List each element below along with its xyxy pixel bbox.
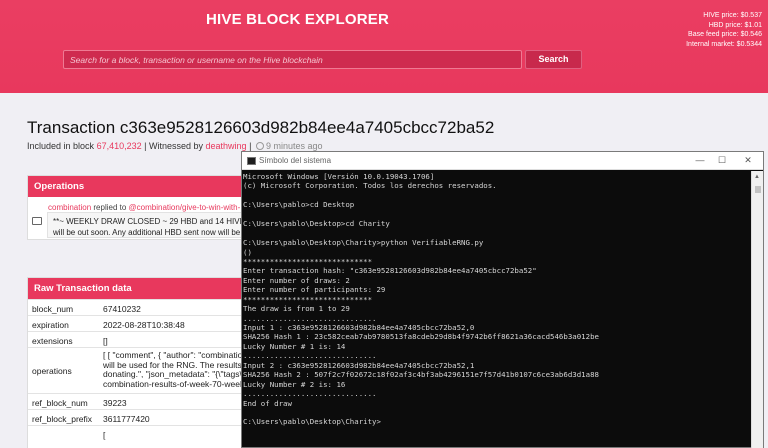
- page-title: Transaction c363e9528126603d982b84ee4a74…: [27, 118, 495, 137]
- site-header: HIVE BLOCK EXPLORER HIVE price: $0.537 H…: [0, 0, 768, 93]
- time-ago: 9 minutes ago: [265, 141, 323, 151]
- clock-icon: [255, 142, 264, 150]
- maximize-button[interactable]: ☐: [715, 154, 729, 167]
- terminal-line: (c) Microsoft Corporation. Todos los der…: [243, 181, 497, 191]
- terminal-line: Enter number of participants: 29: [243, 285, 386, 295]
- hbd-price: HBD price: $1.01: [708, 21, 762, 29]
- parent-post-link[interactable]: @combination/give-to-win-with-: [129, 203, 241, 212]
- terminal-line: (): [243, 247, 252, 257]
- terminal-line: Microsoft Windows [Versión 10.0.19043.17…: [243, 172, 435, 181]
- table-row: operations [ [ "comment", { "author": "c…: [28, 347, 258, 393]
- terminal-line: Lucky Number # 1 is: 14: [243, 341, 346, 351]
- terminal-line: *****************************: [243, 294, 373, 304]
- operations-panel: Operations combination replied to @combi…: [27, 175, 267, 240]
- included-label: Included in block: [27, 141, 95, 151]
- row-value: 67410232: [103, 304, 141, 314]
- hive-price: HIVE price: $0.537: [703, 12, 762, 19]
- row-value: 39223: [103, 398, 127, 408]
- terminal-line: ..............................: [243, 313, 377, 323]
- block-link[interactable]: 67,410,232: [97, 141, 142, 151]
- scroll-thumb[interactable]: [755, 186, 761, 193]
- terminal-line: ..............................: [243, 389, 377, 399]
- terminal-line: ..............................: [243, 351, 377, 361]
- search-button[interactable]: Search: [525, 50, 582, 69]
- terminal-output[interactable]: Microsoft Windows [Versión 10.0.19043.17…: [242, 171, 752, 448]
- scrollbar[interactable]: ▲: [751, 171, 763, 448]
- raw-heading: Raw Transaction data: [28, 278, 256, 299]
- meta-separator: |: [249, 141, 252, 151]
- table-row: ref_block_prefix 3611777420: [28, 409, 258, 425]
- base-feed-price: Base feed price: $0.546: [688, 31, 762, 38]
- raw-transaction-panel: Raw Transaction data block_num 67410232 …: [27, 277, 258, 448]
- table-row: block_num 67410232: [28, 299, 258, 315]
- author-link[interactable]: combination: [48, 203, 91, 212]
- row-key: ref_block_prefix: [32, 414, 93, 424]
- row-key: ref_block_num: [32, 398, 88, 408]
- terminal-line: Input 1 : c363e9528126603d982b84ee4a7405…: [243, 323, 475, 332]
- terminal-line: *****************************: [243, 256, 373, 266]
- price-ticker: HIVE price: $0.537 HBD price: $1.01 Base…: [686, 11, 762, 49]
- raw-table: block_num 67410232 expiration 2022-08-28…: [28, 299, 258, 441]
- operation-verb: replied to: [93, 203, 127, 212]
- scroll-up-icon[interactable]: ▲: [754, 174, 760, 180]
- search-input[interactable]: Search for a block, transaction or usern…: [63, 50, 522, 69]
- comment-body: **~ WEEKLY DRAW CLOSED ~ 29 HBD and 14 H…: [47, 212, 267, 238]
- comment-body-line: will be out soon. Any additional HBD sen…: [53, 228, 241, 237]
- row-value: []: [103, 336, 108, 346]
- comment-body-line: **~ WEEKLY DRAW CLOSED ~ 29 HBD and 14 H…: [53, 217, 245, 226]
- row-key: expiration: [32, 320, 69, 330]
- terminal-line: The draw is from 1 to 29: [243, 304, 350, 314]
- comment-icon: [32, 217, 42, 225]
- terminal-line: Lucky Number # 2 is: 16: [243, 379, 346, 389]
- window-titlebar[interactable]: Símbolo del sistema — ☐ ✕: [242, 152, 763, 170]
- terminal-line: Input 2 : c363e9528126603d982b84ee4a7405…: [243, 360, 475, 370]
- internal-market-price: Internal market: $0.5344: [686, 40, 762, 48]
- terminal-line: C:\Users\pablo>cd Desktop: [243, 200, 355, 210]
- table-row: [: [28, 425, 258, 441]
- terminal-line: C:\Users\pablo\Desktop\Charity>python Ve…: [243, 238, 484, 248]
- table-row: extensions []: [28, 331, 258, 347]
- terminal-icon: [247, 157, 256, 165]
- terminal-line: C:\Users\pablo\Desktop\Charity>: [243, 417, 381, 427]
- terminal-line: Enter number of draws: 2: [243, 275, 350, 285]
- brand-title[interactable]: HIVE BLOCK EXPLORER: [206, 11, 389, 28]
- row-value: 2022-08-28T10:38:48: [103, 320, 185, 330]
- row-key: block_num: [32, 304, 74, 314]
- terminal-line: SHA256 Hash 1 : 23c582ceab7ab9780513fa8c…: [243, 332, 599, 342]
- terminal-line: Enter transaction hash: "c363e9528126603…: [243, 266, 537, 276]
- witnessed-label: | Witnessed by: [144, 141, 203, 151]
- operations-heading: Operations: [28, 176, 256, 197]
- row-value: [: [103, 430, 106, 440]
- transaction-meta: Included in block 67,410,232 | Witnessed…: [27, 141, 322, 151]
- command-prompt-window[interactable]: Símbolo del sistema — ☐ ✕ Microsoft Wind…: [241, 151, 764, 448]
- row-value: [ [ "comment", { "author": "combination"…: [103, 351, 252, 389]
- minimize-button[interactable]: —: [693, 154, 707, 167]
- row-key: extensions: [32, 336, 73, 346]
- row-value: 3611777420: [103, 414, 150, 424]
- witness-link[interactable]: deathwing: [206, 141, 247, 151]
- operation-summary: combination replied to @combination/give…: [48, 203, 240, 212]
- table-row: expiration 2022-08-28T10:38:48: [28, 315, 258, 331]
- row-key: operations: [32, 366, 72, 376]
- table-row: ref_block_num 39223: [28, 393, 258, 409]
- terminal-line: End of draw: [243, 398, 292, 408]
- terminal-line: SHA256 Hash 2 : 507f2c7f02672c18f02af3c4…: [243, 370, 599, 380]
- terminal-line: C:\Users\pablo\Desktop>cd Charity: [243, 219, 390, 229]
- window-title: Símbolo del sistema: [259, 156, 332, 165]
- close-button[interactable]: ✕: [741, 154, 755, 167]
